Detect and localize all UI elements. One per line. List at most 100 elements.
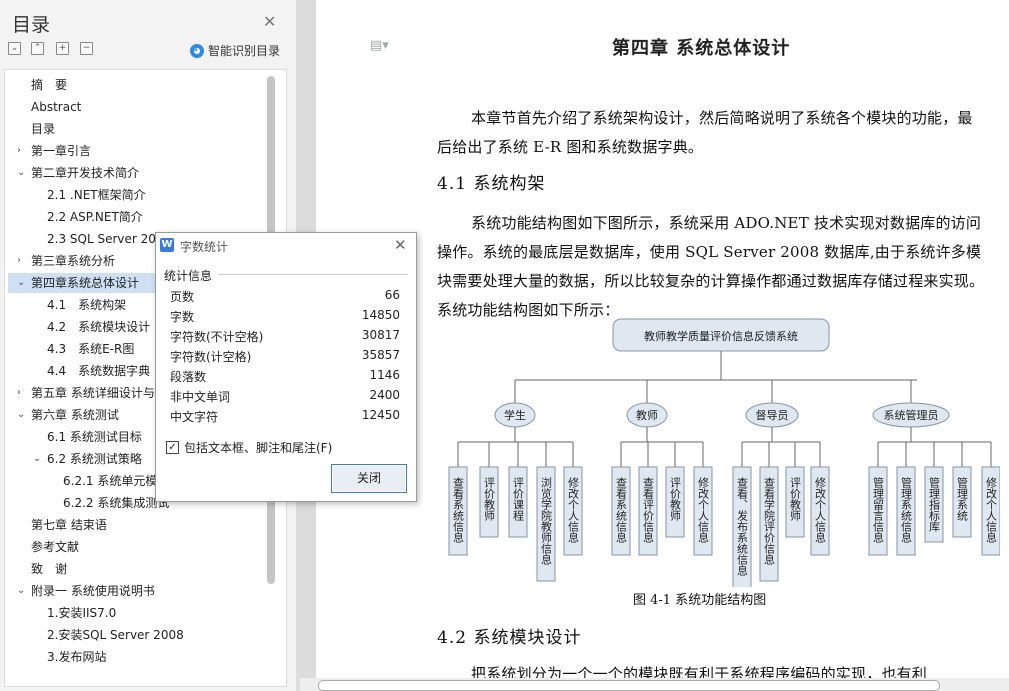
scrollbar-thumb[interactable] — [318, 680, 940, 691]
close-icon[interactable]: ✕ — [263, 12, 276, 31]
toc-item-label: 第五章 系统详细设计与 — [31, 386, 155, 400]
diagram-child-label: 管理系统信息 — [900, 476, 913, 543]
toc-item[interactable]: ⌄ 6.2 系统测试策略 — [33, 449, 142, 469]
toc-item[interactable]: ⌄ 第二章开发技术简介 — [17, 163, 140, 183]
checkbox-label: 包括文本框、脚注和尾注(F) — [184, 441, 333, 455]
diagram-child-label: 管理留言信息 — [872, 476, 885, 543]
chevron-down-icon[interactable]: ⌄ — [33, 449, 41, 469]
stat-value: 2400 — [369, 388, 400, 402]
smart-toc-button[interactable]: ◕ 智能识别目录 — [190, 42, 280, 59]
include-textbox-checkbox[interactable]: ✓ 包括文本框、脚注和尾注(F) — [166, 439, 332, 456]
toc-item[interactable]: Abstract — [31, 97, 81, 117]
toc-item-label: 附录一 系统使用说明书 — [31, 584, 155, 598]
toc-item[interactable]: 目录 — [31, 119, 55, 139]
diagram-child-label: 评价教师 — [669, 477, 682, 521]
document-icon[interactable]: ▤▾ — [370, 38, 389, 53]
toc-item-label: 4.3 系统E-R图 — [47, 342, 135, 356]
stat-label: 字数 — [170, 310, 195, 324]
stat-row: 字符数(不计空格) 30817 — [170, 328, 400, 348]
stat-row: 字符数(计空格) 35857 — [170, 348, 400, 368]
stat-row: 页数 66 — [170, 288, 400, 308]
toc-item[interactable]: 3.发布网站 — [47, 647, 106, 667]
toc-item-label: 2.2 ASP.NET简介 — [47, 210, 143, 224]
chevron-right-icon[interactable]: › — [17, 383, 21, 403]
toc-item-label: 致 谢 — [31, 562, 68, 576]
diagram-child-label: 查看系统信息 — [615, 476, 628, 543]
dialog-titlebar[interactable]: W 字数统计 ✕ — [156, 233, 416, 259]
diagram-group-label: 督导员 — [756, 408, 789, 422]
diagram-group-label: 教师 — [636, 409, 658, 422]
diagram-child-label: 修改个人信息 — [814, 476, 827, 543]
toc-item[interactable]: 6.1 系统测试目标 — [47, 427, 142, 447]
add-icon[interactable]: + — [56, 42, 69, 55]
stat-row: 段落数 1146 — [170, 368, 400, 388]
toc-item[interactable]: 2.2 ASP.NET简介 — [47, 207, 143, 227]
toc-item[interactable]: 第七章 结束语 — [31, 515, 107, 535]
diagram-child-label: 评价教师 — [483, 477, 496, 521]
toc-item-label: 6.1 系统测试目标 — [47, 430, 142, 444]
horizontal-scrollbar[interactable] — [300, 678, 1009, 691]
toc-item[interactable]: ⌄ 第四章系统总体设计 — [17, 273, 140, 293]
toc-item[interactable]: 6.2.2 系统集成测试 — [63, 493, 169, 513]
chevron-down-icon[interactable]: ⌄ — [17, 405, 25, 425]
toc-item[interactable]: 4.1 系统构架 — [47, 295, 126, 315]
expand-up-icon[interactable]: ⌃ — [31, 42, 44, 55]
stat-label: 段落数 — [170, 370, 207, 384]
stats-group-label: 统计信息 — [164, 269, 213, 283]
remove-icon[interactable]: − — [80, 42, 93, 55]
toc-item-label: 1.安装IIS7.0 — [47, 606, 117, 620]
close-icon[interactable]: ✕ — [394, 236, 407, 254]
diagram-child-label: 管理指标库 — [928, 476, 941, 533]
toc-item[interactable]: 4.3 系统E-R图 — [47, 339, 134, 359]
toc-item[interactable]: 2.安装SQL Server 2008 — [47, 625, 184, 645]
stat-row: 中文字符 12450 — [170, 408, 400, 428]
stat-value: 66 — [384, 288, 400, 302]
toc-item[interactable]: 致 谢 — [31, 559, 67, 579]
toc-item[interactable]: ⌄ 第六章 系统测试 — [17, 405, 119, 425]
ai-icon: ◕ — [190, 43, 204, 58]
stat-label: 非中文单词 — [170, 390, 231, 404]
stat-label: 页数 — [170, 290, 195, 304]
toc-item[interactable]: › 第一章引言 — [17, 141, 91, 161]
stat-value: 1146 — [369, 368, 400, 382]
close-button[interactable]: 关闭 — [331, 464, 407, 493]
toc-item[interactable]: 4.2 系统模块设计 — [47, 317, 150, 337]
stat-value: 35857 — [361, 348, 400, 362]
toc-title: 目录 — [12, 14, 51, 36]
section-4-1-paragraph: 系统功能结构图如下图所示，系统采用 ADO.NET 技术实现对数据库的访问操作。… — [437, 214, 985, 319]
wps-logo-icon: W — [160, 238, 174, 252]
chevron-down-icon[interactable]: ⌄ — [17, 581, 25, 601]
toc-item-label: 6.2.1 系统单元模 — [63, 474, 158, 488]
toc-item[interactable]: › 第三章系统分析 — [17, 251, 115, 271]
checkbox-icon[interactable]: ✓ — [166, 441, 179, 454]
collapse-all-icon[interactable]: ⌄ — [8, 42, 21, 55]
figure-caption: 图 4-1 系统功能结构图 — [633, 593, 767, 608]
diagram-child-label: 修改个人信息 — [985, 476, 998, 543]
chevron-down-icon[interactable]: ⌄ — [17, 273, 25, 293]
toc-item[interactable]: 1.安装IIS7.0 — [47, 603, 116, 623]
chevron-right-icon[interactable]: › — [17, 251, 21, 271]
diagram-group-label: 学生 — [504, 408, 526, 422]
toc-item[interactable]: › 第五章 系统详细设计与 — [17, 383, 155, 403]
diagram-child-label: 查看系统信息 — [452, 476, 465, 543]
stat-label: 中文字符 — [170, 410, 219, 424]
toc-item[interactable]: 摘 要 — [31, 75, 67, 95]
toc-item[interactable]: 2.3 SQL Server 2008 — [47, 229, 171, 249]
dialog-title: 字数统计 — [180, 240, 229, 254]
toc-item[interactable]: 4.4 系统数据字典 — [47, 361, 150, 381]
toc-item[interactable]: 参考文献 — [31, 537, 79, 557]
chevron-right-icon[interactable]: › — [17, 141, 21, 161]
diagram-child-label: 评价教师 — [789, 477, 802, 521]
toc-item[interactable]: 6.2.1 系统单元模 — [63, 471, 157, 491]
toc-item[interactable]: 2.1 .NET框架简介 — [47, 185, 146, 205]
function-structure-diagram: 教师教学质量评价信息反馈系统学生查看系统信息 评价教师 评价课程 浏览学院教师信息 修改… — [448, 318, 1000, 587]
stat-row: 字数 14850 — [170, 308, 400, 328]
toc-item-label: 第二章开发技术简介 — [31, 166, 140, 180]
diagram-child-label: 查看、发布系统信息 — [736, 476, 749, 576]
toc-item[interactable]: ⌄ 附录一 系统使用说明书 — [17, 581, 155, 601]
toc-item-label: 第四章系统总体设计 — [31, 276, 140, 290]
toc-item-label: 4.1 系统构架 — [47, 298, 127, 312]
chevron-down-icon[interactable]: ⌄ — [17, 163, 25, 183]
toc-item-label: 2.安装SQL Server 2008 — [47, 628, 184, 642]
diagram-child-label: 修改个人信息 — [567, 476, 580, 543]
